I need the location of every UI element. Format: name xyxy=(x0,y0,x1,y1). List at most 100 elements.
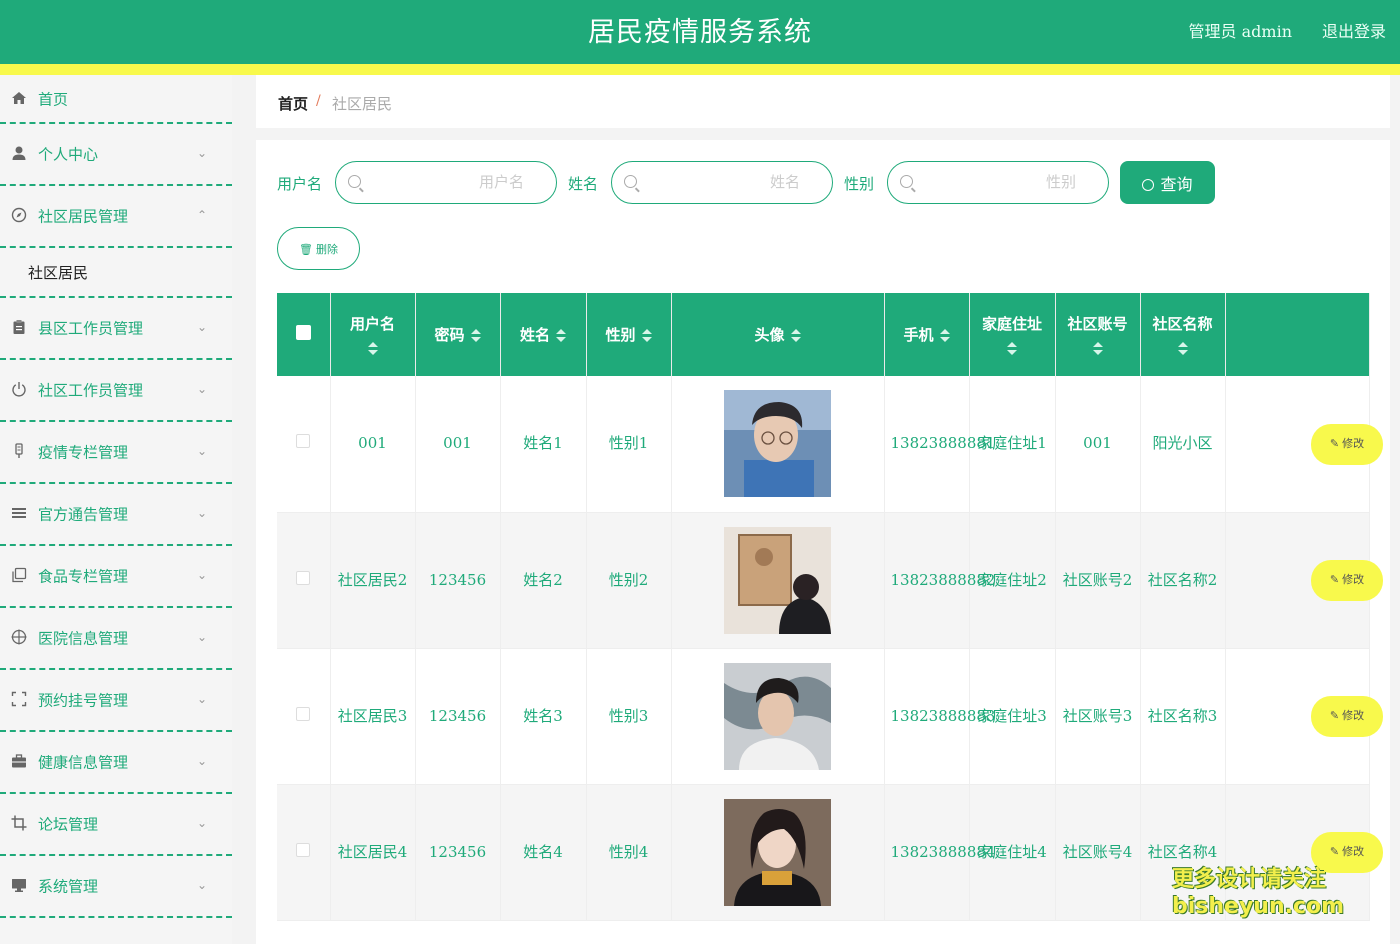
edit-button[interactable]: ✎ 修改 xyxy=(1311,696,1383,737)
user-icon xyxy=(10,145,28,163)
cell-address: 家庭住址3 xyxy=(969,648,1056,785)
current-user: 管理员 admin xyxy=(1188,22,1292,41)
sidebar-item-system[interactable]: 系统管理 ⌄ xyxy=(0,856,232,918)
cell-gender: 性别1 xyxy=(586,376,672,513)
edit-button[interactable]: ✎ 修改 xyxy=(1311,560,1383,601)
sort-icon xyxy=(790,329,801,343)
column-header-username[interactable]: 用户名 xyxy=(330,293,416,376)
edit-button[interactable]: ✎ 修改 xyxy=(1311,424,1383,465)
logout-link[interactable]: 退出登录 xyxy=(1322,18,1386,42)
avatar[interactable] xyxy=(724,662,831,770)
chevron-down-icon: ⌄ xyxy=(197,878,208,892)
top-header: 居民疫情服务系统 管理员 admin 退出登录 xyxy=(0,0,1400,64)
row-checkbox[interactable] xyxy=(296,434,311,449)
cell-name: 姓名2 xyxy=(500,512,587,649)
edit-icon: ✎ xyxy=(1329,846,1340,858)
sidebar-item-label: 社区居民管理 xyxy=(38,207,129,226)
sidebar-item-label: 个人中心 xyxy=(38,145,99,164)
column-header-phone[interactable]: 手机 xyxy=(884,293,970,376)
briefcase-icon xyxy=(10,753,28,771)
sidebar-item-home[interactable]: 首页 xyxy=(0,75,232,124)
gender-search-box xyxy=(887,161,1109,204)
delete-button[interactable]: 🗑 删除 xyxy=(277,227,360,270)
search-icon xyxy=(348,175,361,188)
cell-community: 阳光小区 xyxy=(1140,376,1226,513)
cell-name: 姓名3 xyxy=(500,648,587,785)
sidebar-item-label: 健康信息管理 xyxy=(38,753,129,772)
name-search-input[interactable] xyxy=(660,174,800,191)
cell-address: 家庭住址4 xyxy=(969,784,1056,921)
edit-icon: ✎ xyxy=(1329,438,1340,450)
select-all-checkbox[interactable] xyxy=(295,325,311,340)
clipboard-icon xyxy=(10,319,28,337)
cell-password: 123456 xyxy=(415,784,501,921)
cell-name: 姓名1 xyxy=(500,376,587,513)
sidebar-item-residents[interactable]: 社区居民管理 ⌃ xyxy=(0,186,232,248)
chevron-down-icon: ⌄ xyxy=(197,754,208,768)
column-header-address[interactable]: 家庭住址 xyxy=(969,293,1056,376)
username-search-input[interactable] xyxy=(384,174,524,191)
sidebar-item-health[interactable]: 健康信息管理 ⌄ xyxy=(0,732,232,794)
sort-icon xyxy=(367,342,378,356)
column-header-password[interactable]: 密码 xyxy=(415,293,501,376)
row-checkbox[interactable] xyxy=(296,570,311,585)
sidebar-item-epidemic[interactable]: 疫情专栏管理 ⌄ xyxy=(0,422,232,484)
sidebar-item-appointment[interactable]: 预约挂号管理 ⌄ xyxy=(0,670,232,732)
sort-icon xyxy=(1177,342,1188,356)
cell-password: 123456 xyxy=(415,512,501,649)
row-checkbox[interactable] xyxy=(296,706,311,721)
query-button[interactable]: 查询 xyxy=(1120,161,1215,204)
column-header-account[interactable]: 社区账号 xyxy=(1055,293,1141,376)
delete-button-label: 删除 xyxy=(316,243,339,256)
cell-gender: 性别4 xyxy=(586,784,672,921)
chevron-down-icon: ⌄ xyxy=(197,146,208,160)
trash-icon: 🗑 xyxy=(298,243,313,256)
sidebar-item-profile[interactable]: 个人中心 ⌄ xyxy=(0,124,232,186)
chevron-down-icon: ⌄ xyxy=(197,568,208,582)
cell-phone: 13823888881 xyxy=(884,376,995,513)
sidebar-item-food[interactable]: 食品专栏管理 ⌄ xyxy=(0,546,232,608)
cell-username: 001 xyxy=(330,376,416,513)
chevron-down-icon: ⌄ xyxy=(197,506,208,520)
name-search-box xyxy=(611,161,833,204)
column-header-avatar[interactable]: 头像 xyxy=(671,293,885,376)
column-header-name[interactable]: 姓名 xyxy=(500,293,587,376)
breadcrumb-current: 社区居民 xyxy=(332,95,393,113)
search-icon xyxy=(1142,178,1155,191)
sidebar-subitem-residents[interactable]: 社区居民 xyxy=(0,248,232,298)
avatar[interactable] xyxy=(724,526,831,634)
column-header-community[interactable]: 社区名称 xyxy=(1140,293,1226,376)
sidebar-item-hospital[interactable]: 医院信息管理 ⌄ xyxy=(0,608,232,670)
cell-gender: 性别2 xyxy=(586,512,672,649)
sidebar-item-county-staff[interactable]: 县区工作员管理 ⌄ xyxy=(0,298,232,360)
edit-icon: ✎ xyxy=(1329,710,1340,722)
sidebar-item-notices[interactable]: 官方通告管理 ⌄ xyxy=(0,484,232,546)
gender-search-input[interactable] xyxy=(936,174,1076,191)
breadcrumb: 首页 / 社区居民 xyxy=(256,75,1390,128)
sidebar-item-community-staff[interactable]: 社区工作员管理 ⌄ xyxy=(0,360,232,422)
cell-username: 社区居民4 xyxy=(330,784,416,921)
row-checkbox[interactable] xyxy=(296,842,311,857)
cell-phone: 13823888883 xyxy=(884,648,995,785)
sidebar-item-label: 系统管理 xyxy=(38,877,99,896)
column-header-gender[interactable]: 性别 xyxy=(586,293,672,376)
cell-username: 社区居民2 xyxy=(330,512,416,649)
watermark: 更多设计请关注 bisheyun.com xyxy=(1172,867,1345,919)
thermometer-icon xyxy=(10,443,28,461)
crop-icon xyxy=(10,815,28,833)
sort-icon xyxy=(939,329,950,343)
avatar[interactable] xyxy=(724,798,831,906)
sidebar-item-label: 食品专栏管理 xyxy=(38,567,129,586)
username-filter-label: 用户名 xyxy=(277,175,323,193)
breadcrumb-separator: / xyxy=(316,93,321,109)
avatar[interactable] xyxy=(724,390,831,498)
home-icon xyxy=(10,90,28,108)
sidebar-item-forum[interactable]: 论坛管理 ⌄ xyxy=(0,794,232,856)
chevron-down-icon: ⌄ xyxy=(197,692,208,706)
gender-filter-label: 性别 xyxy=(844,175,875,193)
cell-name: 姓名4 xyxy=(500,784,587,921)
sidebar-item-label: 首页 xyxy=(38,90,69,108)
sort-icon xyxy=(1007,342,1017,356)
compass-icon xyxy=(10,207,28,225)
breadcrumb-home[interactable]: 首页 xyxy=(278,93,308,114)
